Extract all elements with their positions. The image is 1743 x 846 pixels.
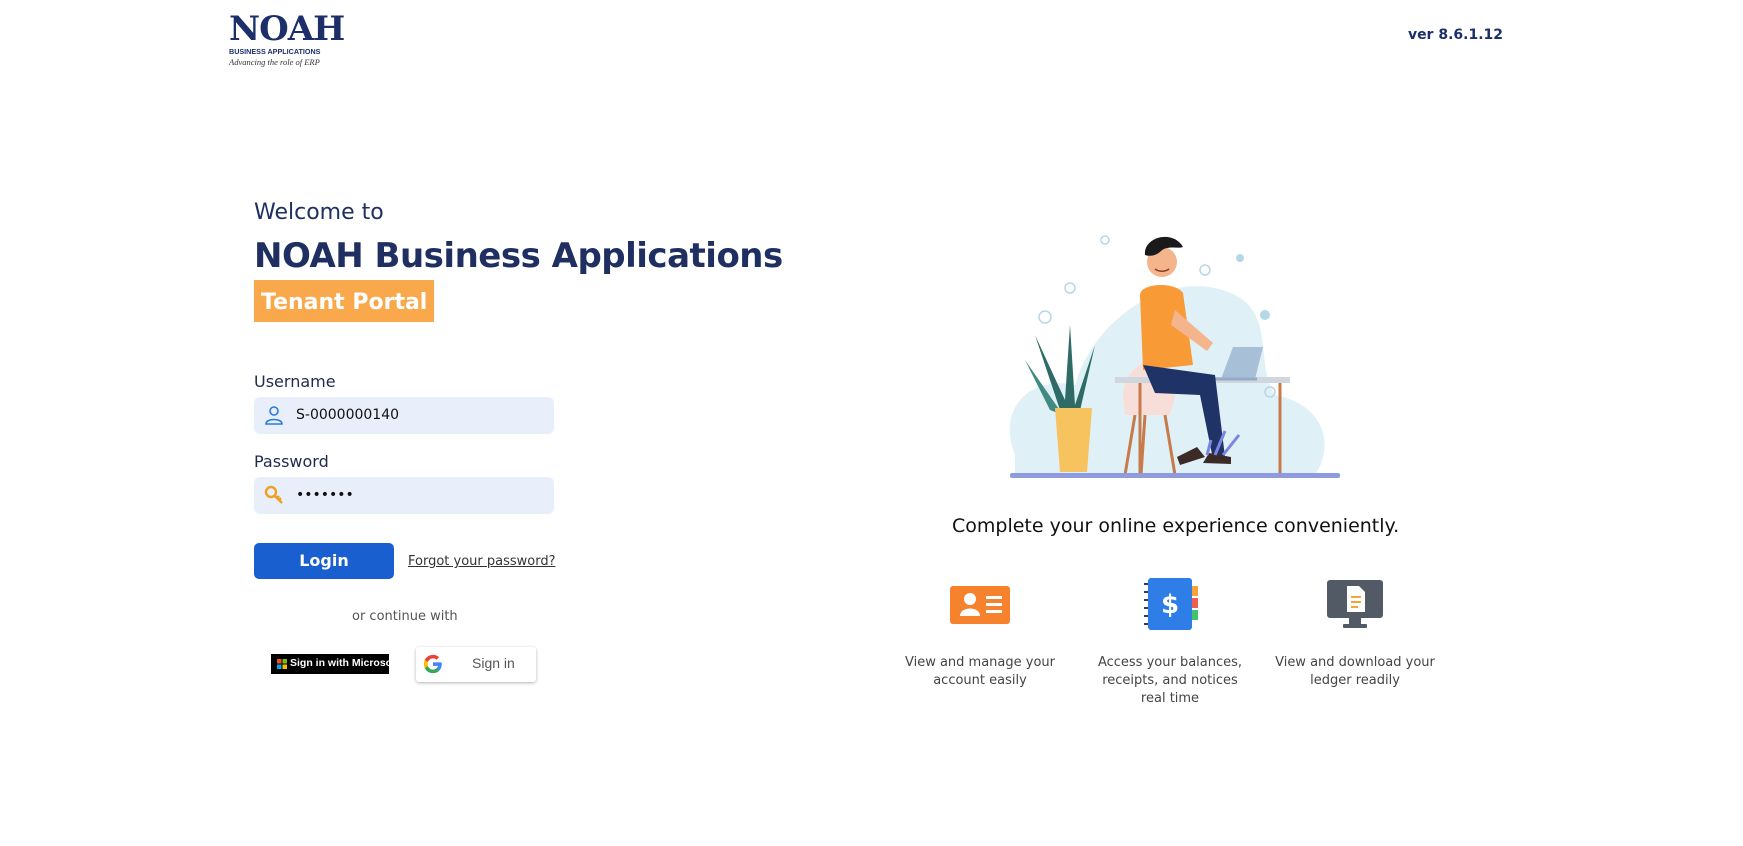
- logo-wordmark: NOAH: [229, 9, 345, 49]
- account-card-icon: [950, 586, 1010, 624]
- app-title: NOAH Business Applications: [254, 236, 783, 276]
- feature-ledger-text: View and download your ledger readily: [1275, 655, 1435, 688]
- google-signin-button[interactable]: Sign in: [416, 647, 536, 682]
- password-value[interactable]: •••••••: [296, 487, 354, 503]
- login-button[interactable]: Login: [254, 543, 394, 579]
- google-icon: [423, 654, 442, 674]
- balance-notebook-icon: $: [1144, 578, 1198, 630]
- password-field[interactable]: •••••••: [254, 477, 554, 514]
- feature-account-text: View and manage your account easily: [904, 655, 1056, 688]
- username-value[interactable]: S-0000000140: [296, 407, 399, 423]
- username-label: Username: [254, 372, 336, 391]
- username-field[interactable]: S-0000000140: [254, 397, 554, 434]
- forgot-password-link[interactable]: Forgot your password?: [408, 554, 556, 569]
- microsoft-signin-label: Sign in with Microsoft: [290, 657, 400, 669]
- microsoft-icon: [277, 659, 287, 669]
- key-icon: [264, 485, 283, 504]
- hero-illustration: [1009, 235, 1340, 478]
- feature-account: View and manage your account easily: [900, 578, 1060, 690]
- or-continue-text: or continue with: [352, 609, 458, 624]
- logo-tagline: Advancing the role of ERP: [229, 57, 320, 67]
- feature-balances: $ Access your balances, receipts, and no…: [1090, 578, 1250, 708]
- password-label: Password: [254, 452, 329, 471]
- svg-text:$: $: [1161, 590, 1179, 620]
- microsoft-signin-button[interactable]: Sign in with Microsoft: [271, 654, 399, 674]
- ledger-monitor-icon: [1327, 580, 1383, 628]
- user-icon: [265, 406, 283, 425]
- logo-subtitle: BUSINESS APPLICATIONS: [229, 47, 321, 56]
- feature-ledger: View and download your ledger readily: [1275, 578, 1435, 690]
- version-label: ver 8.6.1.12: [1407, 27, 1503, 43]
- feature-balances-text: Access your balances, receipts, and noti…: [1097, 655, 1243, 706]
- noah-logo: NOAH BUSINESS APPLICATIONS Advancing the…: [229, 9, 345, 67]
- google-signin-label: Sign in: [472, 655, 515, 671]
- welcome-text: Welcome to: [254, 200, 384, 225]
- promo-tagline: Complete your online experience convenie…: [952, 515, 1400, 537]
- portal-badge: Tenant Portal: [254, 280, 435, 322]
